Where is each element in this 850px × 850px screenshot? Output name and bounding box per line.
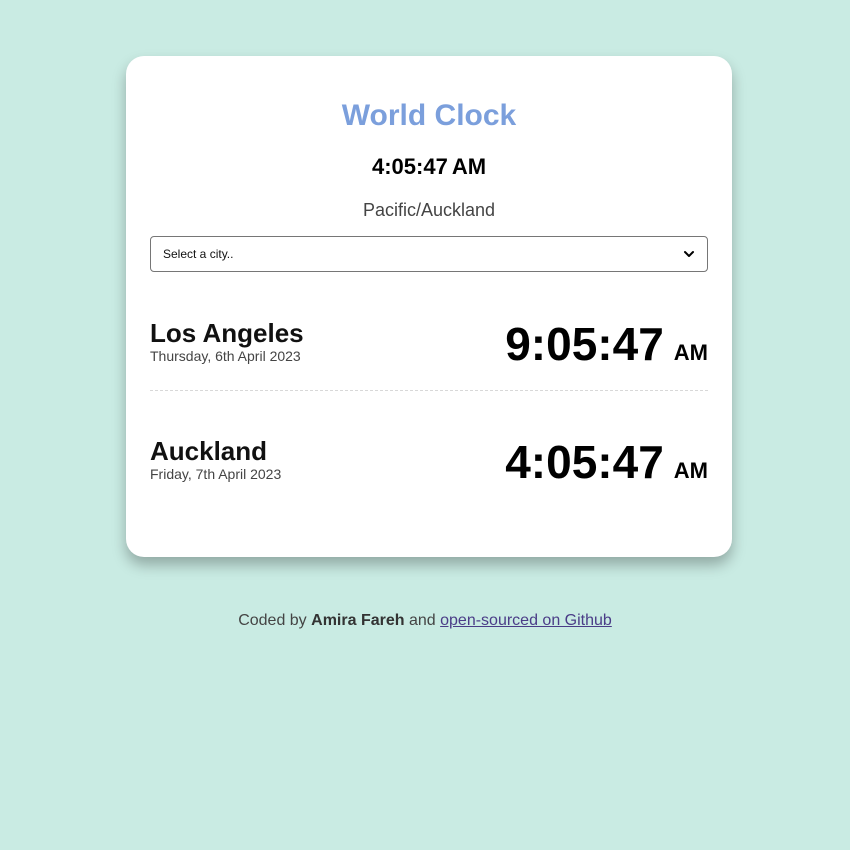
local-timezone: Pacific/Auckland	[362, 200, 496, 220]
city-row-los-angeles: Los Angeles Thursday, 6th April 2023 9:0…	[150, 298, 708, 391]
city-name: Los Angeles	[150, 318, 304, 348]
local-time: 4:05:47 AM	[126, 152, 732, 185]
city-time-ampm: AM	[673, 458, 708, 483]
city-select-value: Select a city..	[163, 247, 234, 261]
footer: Coded by Amira Fareh and open-sourced on…	[0, 611, 850, 631]
local-time-digits: 4:05:47	[371, 154, 448, 179]
city-time-ampm: AM	[673, 340, 708, 365]
footer-prefix: Coded by	[238, 612, 307, 629]
city-date: Friday, 7th April 2023	[150, 466, 282, 482]
city-select[interactable]: Select a city..	[150, 236, 708, 272]
city-time: 9:05:47 AM	[505, 316, 708, 384]
page-title: World Clock	[341, 99, 517, 132]
city-time: 4:05:47 AM	[505, 434, 708, 502]
github-link[interactable]: open-sourced on Github	[440, 612, 612, 629]
city-row-auckland: Auckland Friday, 7th April 2023 4:05:47 A…	[150, 416, 708, 508]
city-time-digits: 4:05:47	[505, 436, 664, 488]
city-date: Thursday, 6th April 2023	[150, 348, 301, 364]
city-name: Auckland	[150, 436, 268, 466]
footer-author: Amira Fareh	[311, 612, 405, 629]
footer-middle: and	[408, 612, 436, 629]
city-time-digits: 9:05:47	[505, 318, 664, 370]
world-clock-card: World Clock 4:05:47 AM Pacific/Auckland S…	[126, 56, 732, 557]
local-time-ampm: AM	[451, 154, 487, 179]
chevron-down-icon	[683, 248, 695, 260]
